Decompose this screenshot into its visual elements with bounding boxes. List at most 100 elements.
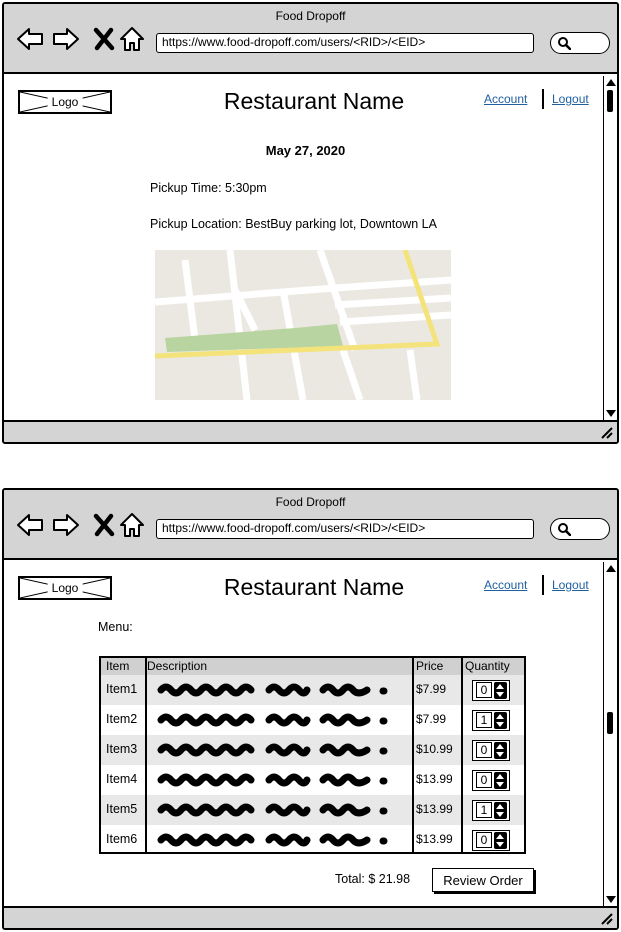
header-price: Price xyxy=(416,659,444,673)
logo[interactable]: Logo xyxy=(18,576,112,600)
column-divider xyxy=(461,658,463,852)
quantity-value[interactable]: 0 xyxy=(476,742,492,758)
status-bar xyxy=(4,420,617,442)
window-title: Food Dropoff xyxy=(275,495,346,509)
item-price: $7.99 xyxy=(416,712,447,726)
item-name: Item1 xyxy=(106,682,138,696)
restaurant-name: Restaurant Name xyxy=(223,574,405,600)
forward-button[interactable] xyxy=(52,512,80,538)
scroll-thumb[interactable] xyxy=(607,90,613,112)
quantity-value[interactable]: 0 xyxy=(476,772,492,788)
description-scribble xyxy=(151,830,391,850)
quantity-value[interactable]: 0 xyxy=(476,682,492,698)
stop-button[interactable] xyxy=(90,512,118,538)
scroll-up-arrow-icon[interactable] xyxy=(606,79,616,86)
menu-table: Item Description Price Quantity Item1 $7… xyxy=(99,656,526,854)
quantity-value[interactable]: 1 xyxy=(476,802,492,818)
forward-button[interactable] xyxy=(52,26,80,52)
search-icon xyxy=(558,523,571,536)
back-button[interactable] xyxy=(16,512,44,538)
header-description: Description xyxy=(147,659,208,673)
column-divider xyxy=(145,658,147,852)
close-icon xyxy=(93,513,115,537)
item-price: $7.99 xyxy=(416,682,447,696)
item-name: Item5 xyxy=(106,802,138,816)
quantity-stepper[interactable]: 0 xyxy=(472,680,510,701)
address-bar[interactable]: https://www.food-dropoff.com/users/<RID>… xyxy=(156,519,534,539)
stepper-arrows-icon[interactable] xyxy=(494,832,507,849)
item-price: $10.99 xyxy=(416,742,453,756)
stop-button[interactable] xyxy=(90,26,118,52)
stepper-arrows-icon[interactable] xyxy=(494,712,507,729)
item-price: $13.99 xyxy=(416,772,453,786)
restaurant-name: Restaurant Name xyxy=(223,88,405,114)
account-link[interactable]: Account xyxy=(484,578,527,592)
home-button[interactable] xyxy=(118,512,146,538)
header-quantity: Quantity xyxy=(465,659,510,673)
account-link[interactable]: Account xyxy=(484,92,527,106)
logout-link[interactable]: Logout xyxy=(552,578,589,592)
browser-search-box[interactable] xyxy=(550,32,610,54)
description-scribble xyxy=(151,770,391,790)
description-scribble xyxy=(151,710,391,730)
home-button[interactable] xyxy=(118,26,146,52)
item-price: $13.99 xyxy=(416,802,453,816)
quantity-stepper[interactable]: 1 xyxy=(472,710,510,731)
arrow-left-icon xyxy=(17,514,43,536)
logout-link[interactable]: Logout xyxy=(552,92,589,106)
arrow-left-icon xyxy=(17,28,43,50)
column-divider xyxy=(412,658,414,852)
stepper-arrows-icon[interactable] xyxy=(494,802,507,819)
order-total: Total: $ 21.98 xyxy=(335,872,411,886)
search-icon xyxy=(558,37,571,50)
quantity-stepper[interactable]: 0 xyxy=(472,740,510,761)
window-title: Food Dropoff xyxy=(275,9,346,23)
logo[interactable]: Logo xyxy=(18,90,112,114)
vertical-scrollbar[interactable] xyxy=(603,76,617,420)
pickup-map[interactable] xyxy=(155,250,451,400)
quantity-value[interactable]: 0 xyxy=(476,832,492,848)
logo-label: Logo xyxy=(47,581,83,595)
scroll-up-arrow-icon[interactable] xyxy=(606,565,616,572)
quantity-stepper[interactable]: 0 xyxy=(472,770,510,791)
scroll-thumb[interactable] xyxy=(607,712,613,734)
description-scribble xyxy=(151,800,391,820)
link-divider xyxy=(542,575,544,595)
scroll-down-arrow-icon[interactable] xyxy=(606,410,616,417)
menu-label: Menu: xyxy=(98,620,133,634)
browser-window-menu: Food Dropoff https://www.food-dropoff.co… xyxy=(2,488,619,930)
logo-label: Logo xyxy=(47,95,83,109)
quantity-stepper[interactable]: 0 xyxy=(472,830,510,851)
browser-chrome: Food Dropoff https://www.food-dropoff.co… xyxy=(4,490,617,560)
quantity-stepper[interactable]: 1 xyxy=(472,800,510,821)
quantity-value[interactable]: 1 xyxy=(476,712,492,728)
description-scribble xyxy=(151,740,391,760)
home-icon xyxy=(120,27,144,51)
item-name: Item2 xyxy=(106,712,138,726)
arrow-right-icon xyxy=(53,28,79,50)
browser-chrome: Food Dropoff https://www.food-dropoff.co… xyxy=(4,4,617,74)
item-name: Item4 xyxy=(106,772,138,786)
stepper-arrows-icon[interactable] xyxy=(494,772,507,789)
header-item: Item xyxy=(106,659,130,673)
arrow-right-icon xyxy=(53,514,79,536)
stepper-arrows-icon[interactable] xyxy=(494,742,507,759)
browser-search-box[interactable] xyxy=(550,518,610,540)
review-order-button[interactable]: Review Order xyxy=(432,868,534,892)
resize-grip-icon[interactable] xyxy=(599,911,613,925)
map-graphic xyxy=(155,250,451,400)
item-name: Item3 xyxy=(106,742,138,756)
stepper-arrows-icon[interactable] xyxy=(494,682,507,699)
pickup-location: Pickup Location: BestBuy parking lot, Do… xyxy=(150,217,437,231)
resize-grip-icon[interactable] xyxy=(599,425,613,439)
close-icon xyxy=(93,27,115,51)
scroll-down-arrow-icon[interactable] xyxy=(606,896,616,903)
address-bar[interactable]: https://www.food-dropoff.com/users/<RID>… xyxy=(156,33,534,53)
pickup-time: Pickup Time: 5:30pm xyxy=(150,181,267,195)
page-content: Logo Restaurant Name Account Logout May … xyxy=(4,76,603,420)
item-price: $13.99 xyxy=(416,832,453,846)
back-button[interactable] xyxy=(16,26,44,52)
status-bar xyxy=(4,906,617,928)
vertical-scrollbar[interactable] xyxy=(603,562,617,906)
page-content: Logo Restaurant Name Account Logout Menu… xyxy=(4,562,603,906)
